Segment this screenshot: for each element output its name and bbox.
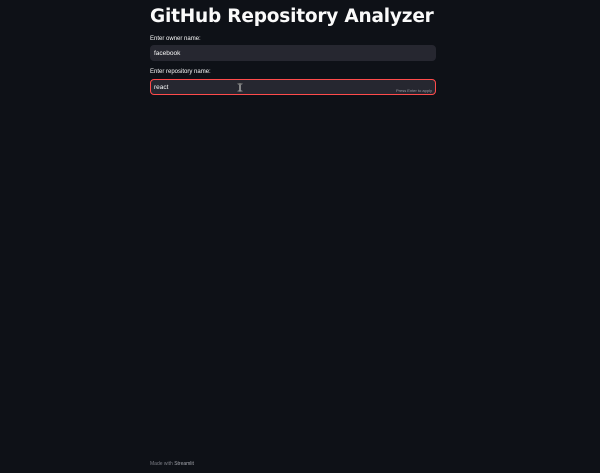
repository-name-input[interactable] [151,80,435,94]
text-cursor-icon [237,83,243,92]
app-root: GitHub Repository Analyzer Enter owner n… [0,0,600,473]
page-title: GitHub Repository Analyzer [150,6,434,27]
repository-name-input-container[interactable]: Press Enter to apply [150,79,436,95]
press-enter-hint: Press Enter to apply [395,88,432,93]
owner-name-input[interactable] [151,46,435,60]
footer: Made with Streamlit [150,461,194,467]
owner-name-label: Enter owner name: [150,36,201,42]
footer-prefix: Made with [150,461,173,467]
repository-name-label: Enter repository name: [150,69,211,75]
streamlit-link[interactable]: Streamlit [174,461,194,467]
owner-name-input-container[interactable] [150,45,436,61]
